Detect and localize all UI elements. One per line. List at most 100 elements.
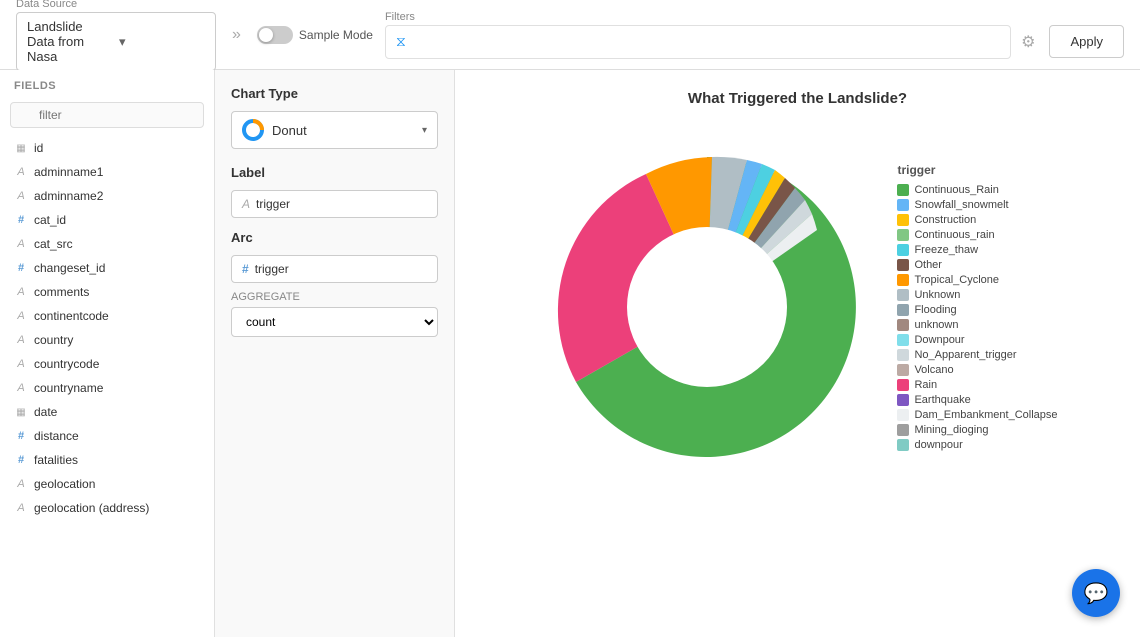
filters-section: Filters ⧖ ⚙ Apply	[385, 11, 1124, 59]
chart-legend: trigger Continuous_RainSnowfall_snowmelt…	[897, 163, 1057, 451]
chart-type-select[interactable]: Donut ▾	[231, 111, 438, 149]
legend-color-box	[897, 319, 909, 331]
legend-color-box	[897, 184, 909, 196]
datasource-select[interactable]: Landslide Data from Nasa ▾	[16, 12, 216, 71]
field-type-icon: A	[14, 165, 28, 179]
field-type-icon: A	[14, 333, 28, 347]
legend-item-label: Rain	[914, 379, 937, 391]
legend-color-box	[897, 274, 909, 286]
field-item-country[interactable]: Acountry	[0, 328, 214, 352]
field-item-cat_src[interactable]: Acat_src	[0, 232, 214, 256]
legend-item-label: Unknown	[914, 289, 960, 301]
legend-item-label: Snowfall_snowmelt	[914, 199, 1008, 211]
chat-icon: 💬	[1084, 581, 1109, 606]
legend-color-box	[897, 379, 909, 391]
field-item-id[interactable]: ▦id	[0, 136, 214, 160]
gear-icon[interactable]: ⚙	[1021, 32, 1035, 52]
field-label: id	[34, 141, 43, 155]
legend-item: Continuous_rain	[897, 229, 1057, 241]
field-item-continentcode[interactable]: Acontinentcode	[0, 304, 214, 328]
field-label: cat_src	[34, 237, 73, 251]
legend-color-box	[897, 244, 909, 256]
label-field-box[interactable]: A trigger	[231, 190, 438, 218]
legend-item: Snowfall_snowmelt	[897, 199, 1057, 211]
main-layout: FIELDS 🔍 ▦idAadminname1Aadminname2#cat_i…	[0, 70, 1140, 637]
field-type-icon: A	[14, 501, 28, 515]
toggle-knob	[259, 28, 273, 42]
legend-item: Dam_Embankment_Collapse	[897, 409, 1057, 421]
field-label: adminname1	[34, 165, 103, 179]
legend-color-box	[897, 409, 909, 421]
datasource-value: Landslide Data from Nasa	[27, 19, 113, 64]
legend-title: trigger	[897, 163, 1057, 177]
aggregate-select[interactable]: count	[231, 307, 438, 337]
field-item-adminname2[interactable]: Aadminname2	[0, 184, 214, 208]
datasource-label: Data Source	[16, 0, 216, 10]
legend-item: No_Apparent_trigger	[897, 349, 1057, 361]
legend-item: Other	[897, 259, 1057, 271]
legend-item-label: Flooding	[914, 304, 956, 316]
arc-field-box[interactable]: # trigger	[231, 255, 438, 283]
legend-item: Rain	[897, 379, 1057, 391]
chart-title: What Triggered the Landslide?	[688, 90, 907, 107]
field-label: country	[34, 333, 73, 347]
legend-item: unknown	[897, 319, 1057, 331]
legend-item: Construction	[897, 214, 1057, 226]
legend-color-box	[897, 199, 909, 211]
search-wrap: 🔍	[0, 98, 214, 136]
apply-button[interactable]: Apply	[1049, 25, 1124, 58]
legend-item: downpour	[897, 439, 1057, 451]
field-type-icon: A	[14, 357, 28, 371]
field-item-date[interactable]: ▦date	[0, 400, 214, 424]
search-input[interactable]	[10, 102, 204, 128]
sample-mode-toggle[interactable]	[257, 26, 293, 44]
field-item-cat_id[interactable]: #cat_id	[0, 208, 214, 232]
field-label: continentcode	[34, 309, 109, 323]
chat-button[interactable]: 💬	[1072, 569, 1120, 617]
field-item-comments[interactable]: Acomments	[0, 280, 214, 304]
legend-color-box	[897, 394, 909, 406]
label-section-title: Label	[231, 165, 438, 180]
donut-hole	[627, 227, 787, 387]
field-item-countrycode[interactable]: Acountrycode	[0, 352, 214, 376]
label-section: Label A trigger	[231, 165, 438, 218]
aggregate-label: AGGREGATE	[231, 291, 438, 303]
legend-item-label: Other	[914, 259, 942, 271]
legend-item-label: Downpour	[914, 334, 964, 346]
arc-section: Arc # trigger AGGREGATE count	[231, 230, 438, 337]
field-item-adminname1[interactable]: Aadminname1	[0, 160, 214, 184]
pipe-arrow-icon: »	[232, 26, 241, 44]
field-item-geolocation[interactable]: Ageolocation	[0, 472, 214, 496]
legend-color-box	[897, 259, 909, 271]
field-item-distance[interactable]: #distance	[0, 424, 214, 448]
arc-section-title: Arc	[231, 230, 438, 245]
center-panel: Chart Type Donut ▾ Label A trigger Arc #…	[215, 70, 455, 637]
legend-item: Tropical_Cyclone	[897, 274, 1057, 286]
legend-item: Volcano	[897, 364, 1057, 376]
legend-item-label: Dam_Embankment_Collapse	[914, 409, 1057, 421]
chart-container: trigger Continuous_RainSnowfall_snowmelt…	[465, 117, 1130, 497]
legend-color-box	[897, 424, 909, 436]
arc-field-type-icon: #	[242, 262, 249, 276]
donut-icon	[242, 119, 264, 141]
filter-bar[interactable]: ⧖	[385, 25, 1011, 59]
sidebar: FIELDS 🔍 ▦idAadminname1Aadminname2#cat_i…	[0, 70, 215, 637]
donut-chart-svg	[537, 117, 877, 497]
legend-item: Downpour	[897, 334, 1057, 346]
field-item-changeset_id[interactable]: #changeset_id	[0, 256, 214, 280]
field-item-fatalities[interactable]: #fatalities	[0, 448, 214, 472]
field-type-icon: A	[14, 309, 28, 323]
sample-mode-toggle-wrap: Sample Mode	[257, 26, 373, 44]
field-label: countryname	[34, 381, 103, 395]
legend-color-box	[897, 289, 909, 301]
label-field-value: trigger	[256, 197, 290, 211]
field-label: distance	[34, 429, 79, 443]
field-item-geolocation_(address)[interactable]: Ageolocation (address)	[0, 496, 214, 520]
legend-item-label: Volcano	[914, 364, 953, 376]
field-type-icon: A	[14, 477, 28, 491]
sample-mode-label: Sample Mode	[299, 28, 373, 42]
field-type-icon: A	[14, 237, 28, 251]
field-item-countryname[interactable]: Acountryname	[0, 376, 214, 400]
legend-color-box	[897, 334, 909, 346]
label-field-type-icon: A	[242, 197, 250, 211]
